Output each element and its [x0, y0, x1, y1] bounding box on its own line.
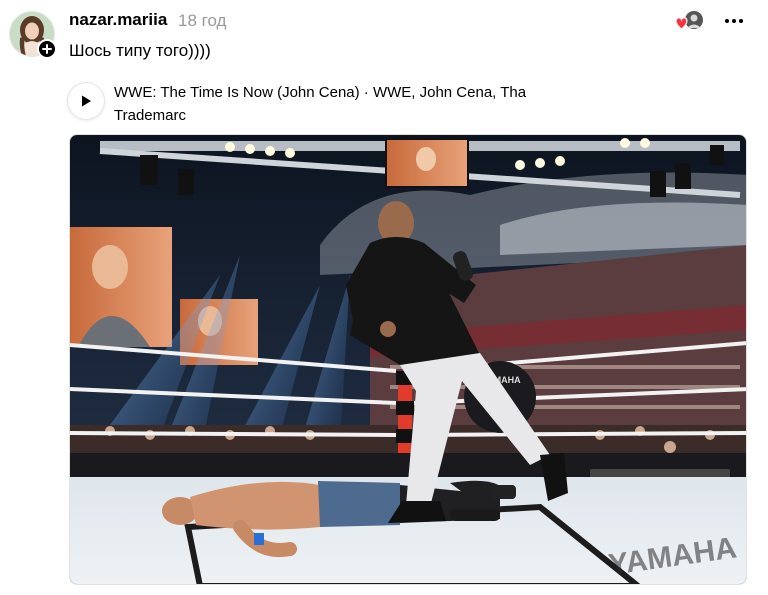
more-options-button[interactable]: [722, 9, 746, 33]
post-caption: Шось типу того)))): [69, 41, 211, 60]
thread-post: nazar.mariia 18 год Шось типу того)))) W…: [0, 0, 768, 595]
play-icon: [82, 95, 91, 107]
post-photo[interactable]: YAMAHA YAMAHA: [69, 134, 747, 585]
music-title[interactable]: WWE: The Time Is Now (John Cena) · WWE, …: [114, 81, 554, 127]
username-link[interactable]: nazar.mariia: [69, 10, 167, 30]
plus-icon: [42, 44, 52, 54]
heart-icon: [675, 17, 688, 30]
follow-button[interactable]: [37, 39, 57, 59]
reaction-avatars[interactable]: [674, 10, 704, 32]
play-button[interactable]: [68, 83, 104, 119]
avatar-container[interactable]: [9, 11, 57, 59]
more-horizontal-icon: [725, 19, 743, 23]
post-timestamp[interactable]: 18 год: [178, 11, 226, 31]
